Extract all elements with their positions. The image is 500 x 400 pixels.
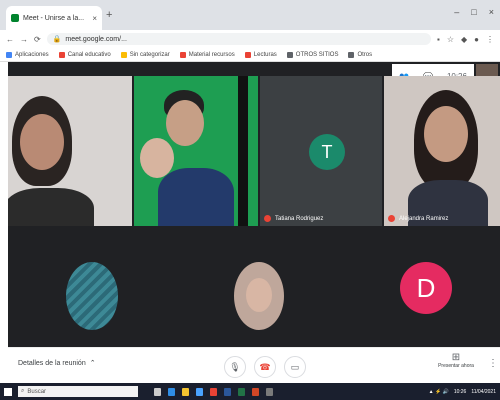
reload-icon[interactable]: ⟳ (34, 35, 41, 44)
participant-avatar: T (309, 134, 345, 170)
microphone-icon: 🎙 (229, 361, 241, 372)
bookmark-icon (179, 51, 186, 58)
task-view-icon[interactable] (154, 387, 161, 396)
meeting-details-label: Detalles de la reunión (18, 359, 86, 367)
participant-profile-photo[interactable] (66, 262, 118, 330)
menu-icon[interactable]: ⋮ (486, 35, 494, 44)
participant-tile[interactable] (134, 76, 258, 226)
camera-icon: ▭ (290, 361, 300, 372)
tray-icons[interactable]: ▲ ⚡ 🔊 (429, 389, 449, 395)
participant-face (166, 100, 204, 146)
window-controls: – □ × (454, 7, 494, 17)
bookmarks-bar: Aplicaciones Canal educativo Sin categor… (0, 48, 500, 62)
windows-start-icon[interactable] (4, 387, 12, 396)
participant-profile-photo[interactable] (234, 262, 284, 330)
chrome-icon[interactable] (210, 387, 217, 396)
windows-taskbar: ⌕ Buscar ▲ ⚡ 🔊 10:26 11/04/2021 (0, 383, 500, 400)
meet-bottom-bar: Detalles de la reunión ⌃ 🎙 ☎ ▭ ⊞ Present… (8, 347, 500, 384)
participant-tile[interactable]: Alejandra Ramirez (384, 76, 500, 226)
hang-up-button[interactable]: ☎ (254, 356, 276, 378)
extensions-icon[interactable]: ◆ (461, 35, 467, 44)
excel-icon[interactable] (238, 387, 245, 396)
url-text: meet.google.com/... (65, 35, 127, 43)
browser-tab[interactable]: Meet - Unirse a la... × (6, 6, 102, 30)
bookmark-item[interactable]: OTROS SITIOS (286, 51, 338, 58)
word-icon[interactable] (224, 387, 231, 396)
present-screen-icon: ⊞ (451, 352, 461, 363)
bookmark-item[interactable]: Canal educativo (58, 51, 111, 58)
maximize-button[interactable]: □ (471, 7, 476, 17)
present-now-label: Presentar ahora (438, 363, 474, 369)
participant-name-label: Tatiana Rodriguez (264, 215, 323, 222)
bookmark-icon (6, 51, 12, 58)
microphone-stand (238, 76, 248, 226)
system-tray: ▲ ⚡ 🔊 10:26 11/04/2021 (429, 389, 496, 395)
forward-icon[interactable]: → (20, 35, 28, 44)
powerpoint-icon[interactable] (252, 387, 259, 396)
mic-off-icon (264, 215, 271, 222)
new-tab-button[interactable]: + (106, 9, 112, 21)
lock-icon: 🔒 (52, 36, 62, 43)
taskbar-search[interactable]: ⌕ Buscar (18, 386, 138, 397)
participant-face (246, 278, 272, 312)
bookmark-icon (348, 51, 355, 58)
meeting-details-button[interactable]: Detalles de la reunión ⌃ (18, 359, 96, 368)
file-explorer-icon[interactable] (182, 387, 189, 396)
participant-face (424, 106, 468, 162)
tab-title: Meet - Unirse a la... (23, 14, 85, 22)
phone-hangup-icon: ☎ (259, 361, 271, 372)
bookmark-icon (120, 51, 127, 58)
participant-name-label: Alejandra Ramirez (388, 215, 448, 222)
edge-icon[interactable] (168, 387, 175, 396)
camera-indicator-icon[interactable]: ▪ (437, 35, 440, 44)
participant-avatar[interactable]: D (400, 262, 452, 314)
taskbar-search-placeholder: Buscar (27, 388, 47, 395)
browser-tabbar: Meet - Unirse a la... × + – □ × (0, 0, 500, 30)
tray-time: 10:26 (453, 388, 467, 395)
mic-off-icon (388, 215, 395, 222)
bookmark-icon (244, 51, 251, 58)
camera-button[interactable]: ▭ (284, 356, 306, 378)
search-icon: ⌕ (21, 388, 25, 394)
meet-video-grid: 👥 💬 10:26 Tatiana Rodriguez T Alejandra … (8, 62, 500, 347)
close-window-button[interactable]: × (489, 7, 494, 17)
participant-body (158, 168, 234, 226)
minimize-button[interactable]: – (454, 7, 459, 17)
app-icon[interactable] (266, 387, 273, 396)
present-now-button[interactable]: ⊞ Presentar ahora (438, 352, 474, 369)
bookmark-item[interactable]: Sin categorizar (120, 51, 170, 58)
toolbar-icons: ▪ ☆ ◆ ● ⋮ (437, 35, 494, 44)
address-bar[interactable]: 🔒 meet.google.com/... (46, 33, 431, 45)
tray-date: 11/04/2021 (471, 388, 496, 395)
microphone-button[interactable]: 🎙 (224, 356, 246, 378)
participant-face (20, 114, 64, 170)
profile-icon[interactable]: ● (474, 35, 479, 44)
bookmark-item[interactable]: Material recursos (179, 51, 235, 58)
bookmark-item[interactable]: Otros (348, 51, 372, 58)
taskbar-apps (154, 387, 273, 396)
star-icon[interactable]: ☆ (447, 35, 454, 44)
participant-body (8, 188, 94, 226)
bookmark-icon (286, 51, 293, 58)
store-icon[interactable] (196, 387, 203, 396)
bookmark-item[interactable]: Lecturas (244, 51, 277, 58)
bookmark-icon (58, 51, 65, 58)
close-tab-icon[interactable]: × (92, 14, 97, 23)
bookmark-item[interactable]: Aplicaciones (6, 51, 49, 58)
back-icon[interactable]: ← (6, 35, 14, 44)
browser-toolbar: ← → ⟳ 🔒 meet.google.com/... ▪ ☆ ◆ ● ⋮ (0, 30, 500, 48)
more-options-icon[interactable]: ⋮ (488, 358, 498, 369)
chevron-up-icon: ⌃ (89, 360, 96, 367)
participant-tile[interactable] (8, 76, 132, 226)
meet-favicon-icon (11, 14, 19, 22)
